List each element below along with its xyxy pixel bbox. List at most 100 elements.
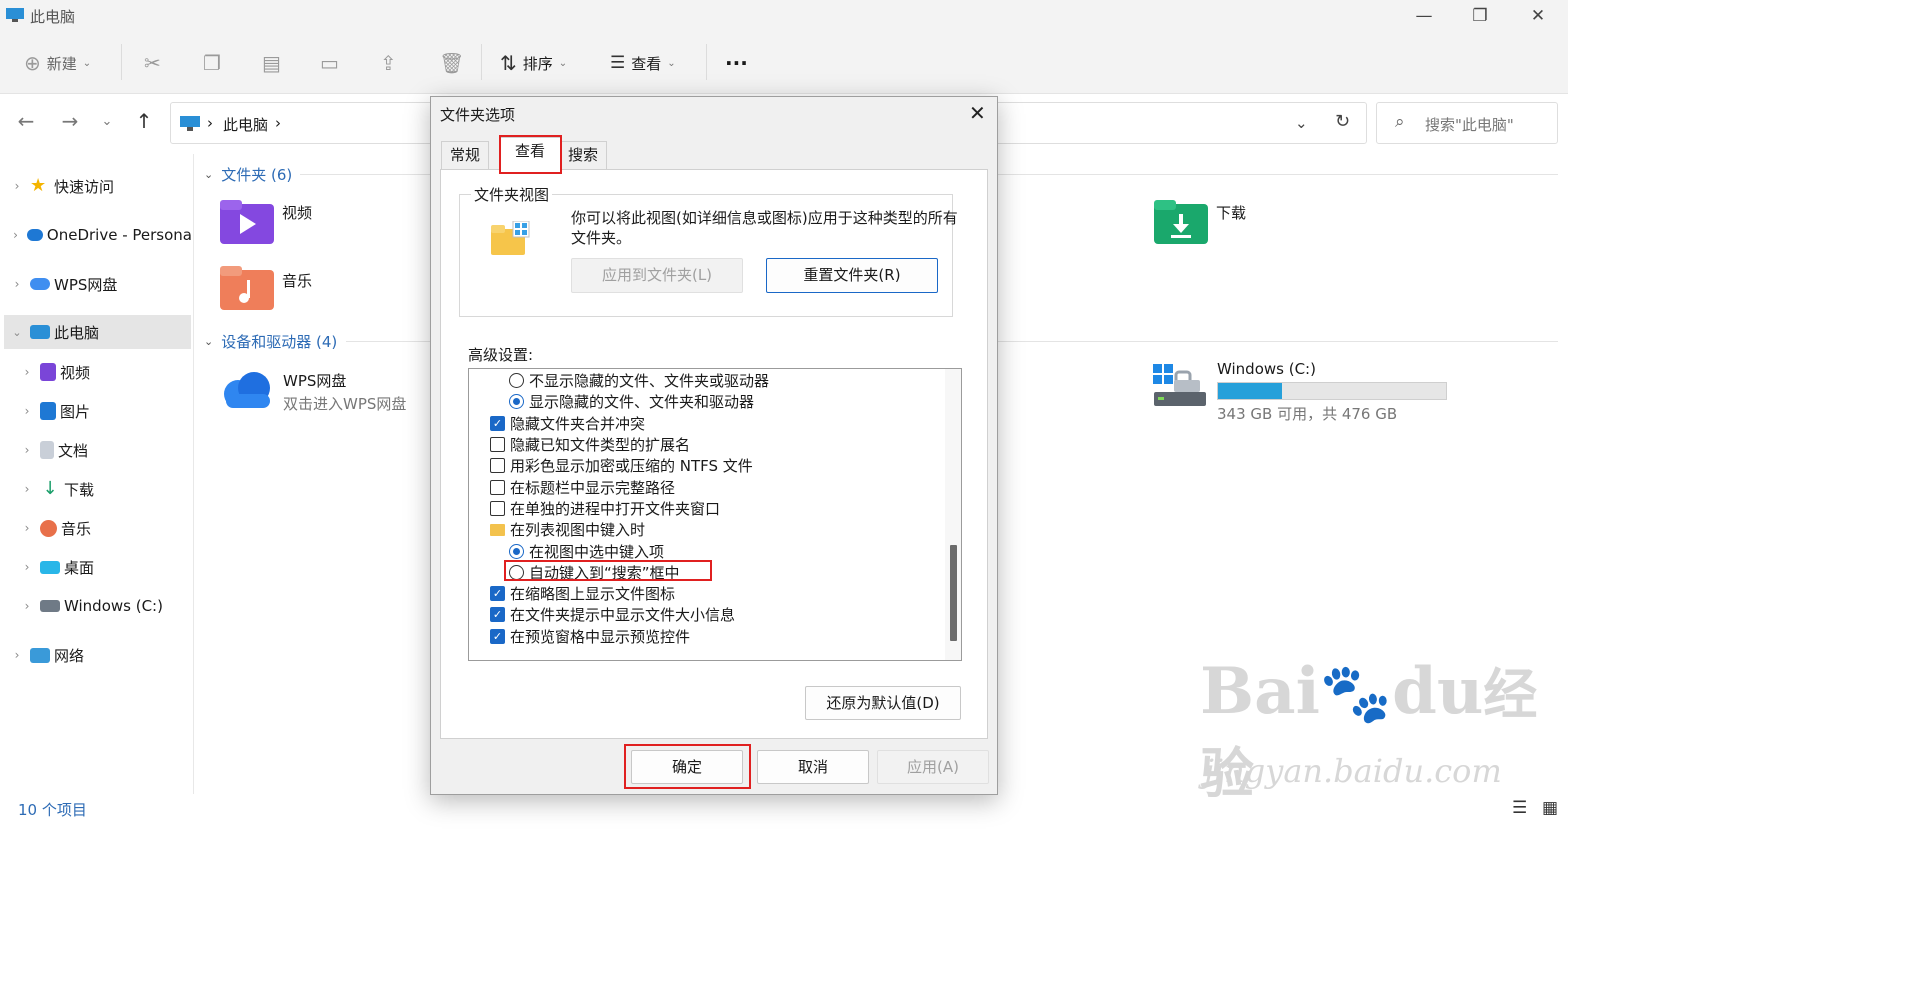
apply-button[interactable]: 应用(A) [877, 750, 989, 784]
checkbox-checked[interactable]: ✓ [490, 415, 505, 431]
close-button[interactable]: ✕ [1528, 6, 1548, 26]
sidebar-item-desktop[interactable]: › 桌面 [20, 550, 190, 584]
cut-icon[interactable]: ✂ [144, 50, 161, 76]
minimize-button[interactable]: — [1414, 6, 1434, 26]
expand-chevron-icon[interactable]: › [10, 648, 24, 662]
folder-views-icon [491, 221, 530, 255]
cancel-button[interactable]: 取消 [757, 750, 869, 784]
scrollbar-thumb[interactable] [950, 545, 957, 641]
folder-tile-downloads[interactable]: 下载 [1154, 200, 1354, 248]
up-arrow-icon[interactable]: ↑ [132, 109, 156, 133]
copy-icon[interactable]: ❐ [203, 50, 221, 76]
share-icon[interactable]: ⇪ [380, 50, 397, 76]
chevron-right-icon[interactable]: › [275, 114, 281, 132]
music-folder-icon [220, 266, 274, 310]
sidebar-item-drive-c[interactable]: › Windows (C:) [20, 589, 190, 623]
sidebar-item-onedrive[interactable]: › OneDrive - Persona [10, 218, 192, 252]
setting-row[interactable]: ✓ 在预览窗格中显示预览控件 [490, 626, 940, 647]
address-history-chevron-icon[interactable]: ⌄ [1295, 114, 1308, 132]
radio-unselected[interactable] [509, 373, 524, 389]
tab-search[interactable]: 搜索 [559, 141, 608, 169]
recent-locations-chevron-icon[interactable]: ⌄ [95, 114, 119, 129]
advanced-settings-list[interactable]: 不显示隐藏的文件、文件夹或驱动器 显示隐藏的文件、文件夹和驱动器 ✓ 隐藏文件夹合并冲… [468, 368, 962, 661]
document-icon [40, 441, 54, 459]
collapse-chevron-icon[interactable]: ⌄ [10, 326, 24, 339]
setting-label: 隐藏已知文件类型的扩展名 [510, 436, 691, 455]
setting-row[interactable]: ✓ 隐藏文件夹合并冲突 [490, 413, 940, 434]
expand-chevron-icon[interactable]: › [10, 228, 21, 242]
sort-label: 排序 [522, 54, 553, 73]
drive-tile-c[interactable]: Windows (C:) 343 GB 可用，共 476 GB [1152, 360, 1452, 424]
computer-icon [6, 8, 24, 22]
setting-row[interactable]: 显示隐藏的文件、文件夹和驱动器 [490, 391, 940, 412]
setting-row[interactable]: 用彩色显示加密或压缩的 NTFS 文件 [490, 455, 940, 476]
expand-chevron-icon[interactable]: › [20, 599, 34, 613]
expand-chevron-icon[interactable]: › [20, 365, 34, 379]
checkbox-checked[interactable]: ✓ [490, 628, 505, 644]
setting-row[interactable]: ✓ 在文件夹提示中显示文件大小信息 [490, 604, 940, 625]
checkbox-unchecked[interactable] [490, 458, 505, 474]
refresh-icon[interactable]: ↻ [1335, 111, 1350, 132]
rename-icon[interactable]: ▭ [320, 50, 339, 76]
sidebar-item-documents[interactable]: › 文档 [20, 433, 190, 467]
apply-to-folders-button[interactable]: 应用到文件夹(L) [571, 258, 743, 293]
setting-row[interactable]: 在单独的进程中打开文件夹窗口 [490, 498, 940, 519]
delete-icon[interactable]: 🗑 [439, 50, 464, 76]
sidebar-item-downloads[interactable]: › ↓ 下载 [20, 472, 190, 506]
more-options-button[interactable]: ··· [725, 50, 748, 76]
checkbox-checked[interactable]: ✓ [490, 607, 505, 623]
wps-drive-tile[interactable]: WPS网盘 双击进入WPS网盘 [218, 368, 438, 416]
setting-row[interactable]: 隐藏已知文件类型的扩展名 [490, 434, 940, 455]
sidebar-item-pictures[interactable]: › 图片 [20, 394, 190, 428]
setting-label: 在视图中选中键入项 [529, 542, 665, 561]
folder-label: 视频 [282, 204, 313, 222]
sort-button[interactable]: ⇅ 排序 ⌄ [500, 50, 567, 76]
expand-chevron-icon[interactable]: › [20, 560, 34, 574]
paste-icon[interactable]: ▤ [262, 50, 281, 76]
section-divider [300, 174, 430, 175]
checkbox-checked[interactable]: ✓ [490, 586, 505, 602]
checkbox-unchecked[interactable] [490, 479, 505, 495]
dialog-close-icon[interactable]: ✕ [969, 101, 986, 125]
breadcrumb-this-pc[interactable]: 此电脑 [223, 114, 268, 135]
tab-general[interactable]: 常规 [441, 141, 490, 169]
expand-chevron-icon[interactable]: › [20, 521, 34, 535]
back-arrow-icon[interactable]: ← [14, 109, 38, 133]
setting-row[interactable]: ✓ 在缩略图上显示文件图标 [490, 583, 940, 604]
folders-section-header[interactable]: ⌄ 文件夹 (6) [204, 164, 292, 185]
windows-drive-icon [1153, 364, 1206, 406]
folder-tile-videos[interactable]: 视频 [220, 200, 420, 248]
scrollbar-track[interactable] [945, 369, 961, 660]
expand-chevron-icon[interactable]: › [20, 443, 34, 457]
sidebar-item-this-pc[interactable]: ⌄ 此电脑 [4, 315, 191, 349]
setting-row[interactable]: 在列表视图中键入时 [490, 519, 940, 540]
sidebar-item-videos[interactable]: › 视频 [20, 355, 190, 389]
expand-chevron-icon[interactable]: › [10, 179, 24, 193]
sidebar-item-quick-access[interactable]: › ★ 快速访问 [10, 169, 192, 203]
expand-chevron-icon[interactable]: › [10, 277, 24, 291]
sidebar-item-music[interactable]: › 音乐 [20, 511, 190, 545]
sidebar-item-wps[interactable]: › WPS网盘 [10, 267, 192, 301]
search-box[interactable]: ⌕ 搜索"此电脑" [1376, 102, 1558, 144]
restore-defaults-button[interactable]: 还原为默认值(D) [805, 686, 961, 720]
forward-arrow-icon[interactable]: → [58, 109, 82, 133]
checkbox-unchecked[interactable] [490, 500, 505, 516]
radio-selected[interactable] [509, 394, 524, 410]
folder-tile-music[interactable]: 音乐 [220, 266, 420, 314]
setting-row[interactable]: 不显示隐藏的文件、文件夹或驱动器 [490, 370, 940, 391]
expand-chevron-icon[interactable]: › [20, 404, 34, 418]
search-icon: ⌕ [1395, 112, 1405, 132]
maximize-button[interactable]: ❐ [1470, 6, 1490, 26]
devices-section-header[interactable]: ⌄ 设备和驱动器 (4) [204, 331, 337, 352]
setting-row[interactable]: 在视图中选中键入项 [490, 540, 940, 561]
sidebar-item-network[interactable]: › 网络 [10, 638, 192, 672]
radio-selected[interactable] [509, 543, 524, 559]
setting-row[interactable]: 在标题栏中显示完整路径 [490, 476, 940, 497]
expand-chevron-icon[interactable]: › [20, 482, 34, 496]
reset-folders-button[interactable]: 重置文件夹(R) [766, 258, 938, 293]
checkbox-unchecked[interactable] [490, 437, 505, 453]
drive-space-text: 343 GB 可用，共 476 GB [1217, 405, 1398, 423]
new-button[interactable]: ⊕ 新建 ⌄ [24, 50, 91, 76]
navigation-pane: › ★ 快速访问 › OneDrive - Persona › WPS网盘 ⌄ … [0, 154, 194, 794]
view-button[interactable]: ☰ 查看 ⌄ [610, 50, 676, 76]
